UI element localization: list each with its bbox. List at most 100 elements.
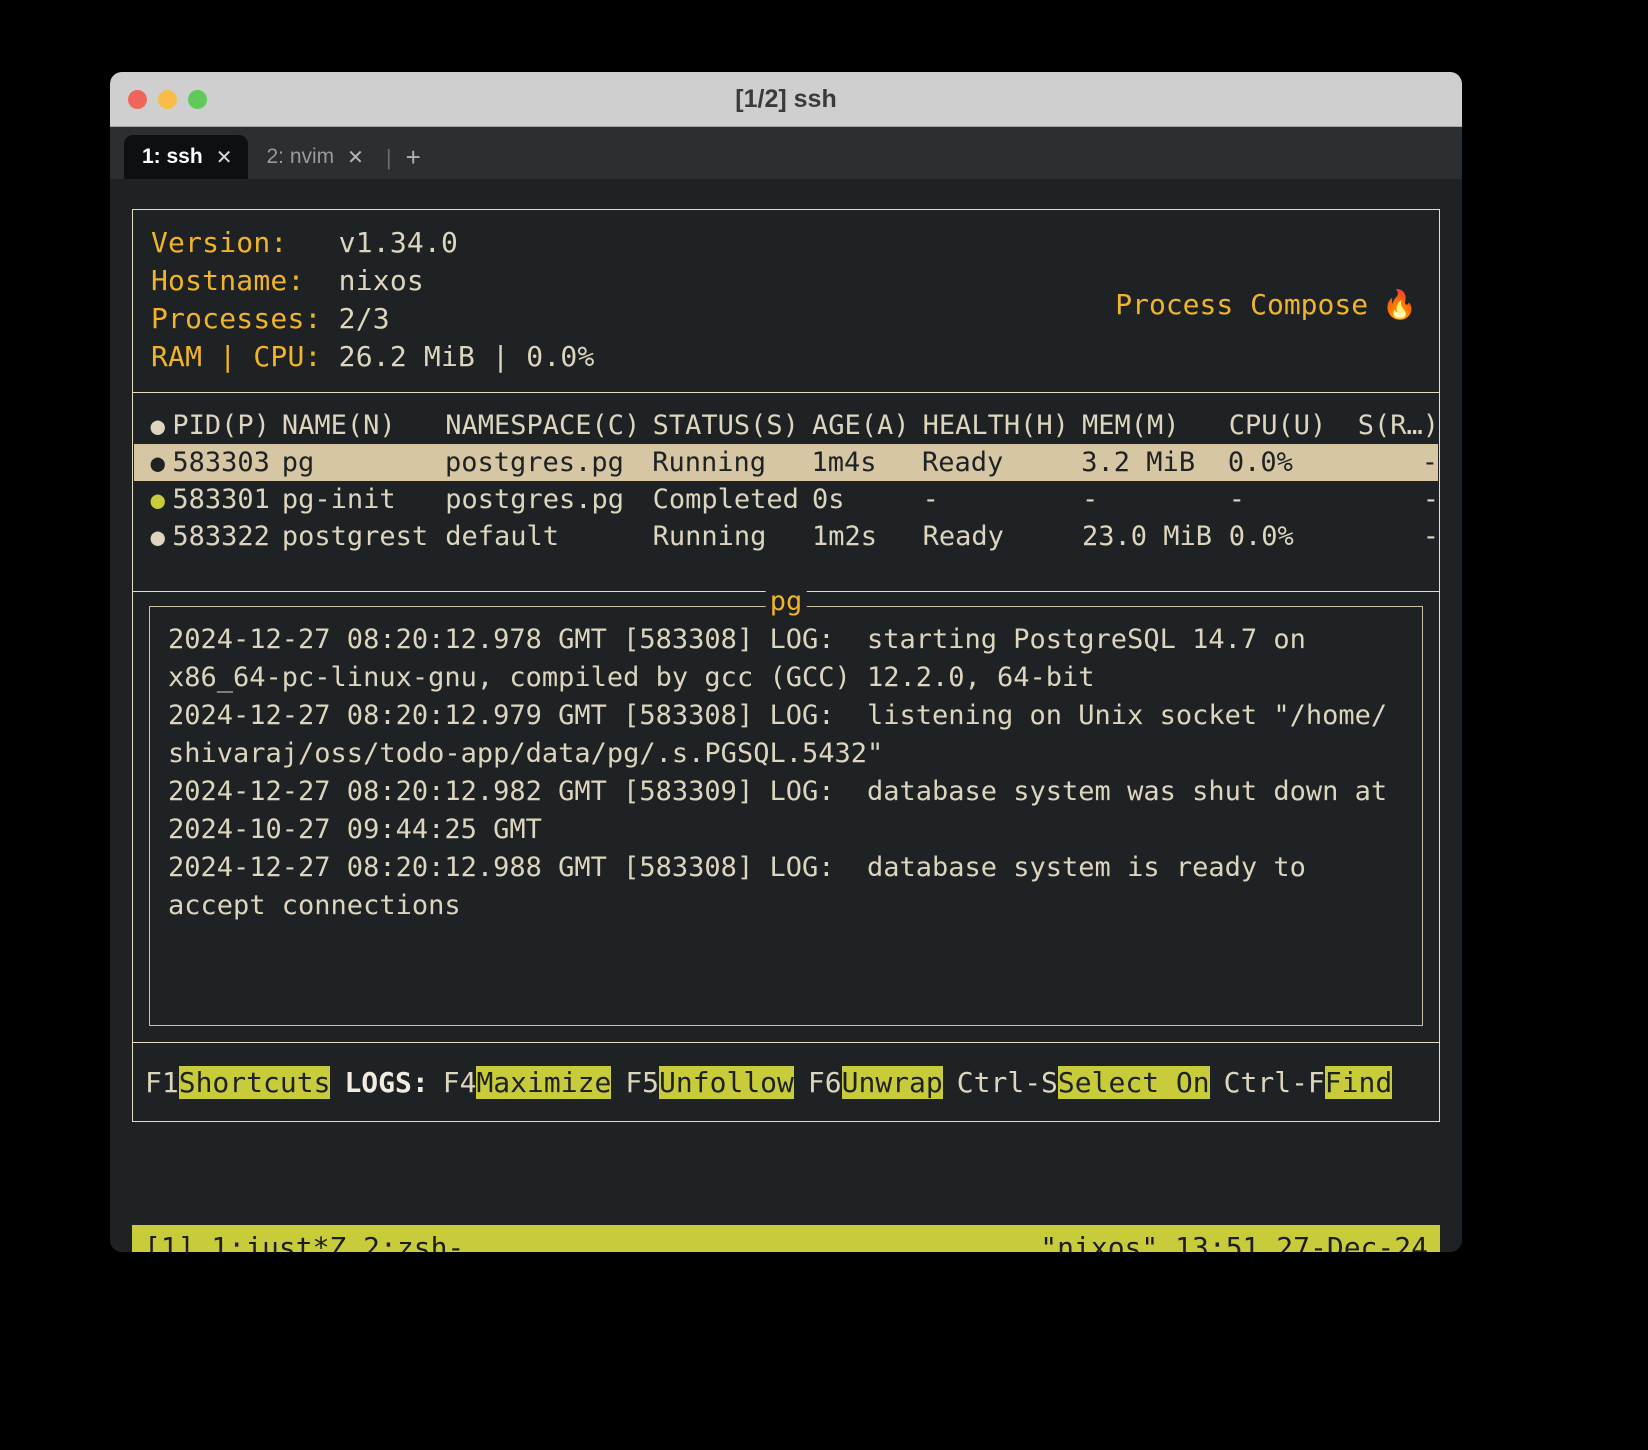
cell-status: Running bbox=[653, 521, 812, 552]
info-label-version: Version: bbox=[151, 226, 339, 259]
log-line: accept connections bbox=[160, 887, 1412, 925]
cell-mem: 23.0 MiB bbox=[1082, 521, 1229, 552]
cell-status: Completed bbox=[653, 484, 812, 515]
app-brand: Process Compose 🔥 bbox=[1014, 255, 1417, 354]
status-bullet-icon: ● bbox=[143, 449, 172, 477]
col-header-health[interactable]: HEALTH(H) bbox=[923, 410, 1082, 441]
log-line: 2024-12-27 08:20:12.979 GMT [583308] LOG… bbox=[160, 697, 1412, 735]
log-line: 2024-10-27 09:44:25 GMT bbox=[160, 811, 1412, 849]
log-line: shivaraj/oss/todo-app/data/pg/.s.PGSQL.5… bbox=[160, 735, 1412, 773]
tab-ssh[interactable]: 1: ssh ✕ bbox=[124, 135, 248, 179]
shortcut-action-unwrap[interactable]: Unwrap bbox=[842, 1066, 943, 1099]
shortcut-action-shortcuts[interactable]: Shortcuts bbox=[179, 1066, 331, 1099]
tab-ssh-close-icon[interactable]: ✕ bbox=[216, 145, 233, 170]
col-header-mem[interactable]: MEM(M) bbox=[1082, 410, 1229, 441]
tab-nvim[interactable]: 2: nvim ✕ bbox=[248, 135, 379, 179]
shortcut-action-unfollow[interactable]: Unfollow bbox=[659, 1066, 794, 1099]
cell-s: - bbox=[1346, 484, 1439, 515]
new-tab-button[interactable]: + bbox=[406, 142, 421, 173]
window-titlebar: [1/2] ssh bbox=[110, 72, 1462, 127]
cell-cpu: 0.0% bbox=[1229, 521, 1346, 552]
flame-icon: 🔥 bbox=[1382, 288, 1417, 321]
traffic-lights bbox=[128, 90, 207, 109]
cell-age: 1m2s bbox=[812, 521, 923, 552]
window-title: [1/2] ssh bbox=[110, 85, 1462, 114]
tab-nvim-close-icon[interactable]: ✕ bbox=[347, 145, 364, 170]
cell-health: - bbox=[923, 484, 1082, 515]
shortcut-bar: F1ShortcutsLOGS:F4MaximizeF5UnfollowF6Un… bbox=[132, 1042, 1440, 1122]
shortcut-action-maximize[interactable]: Maximize bbox=[476, 1066, 611, 1099]
tmux-status-bar: [1] 1:just*Z 2:zsh- "nixos" 13:51 27-Dec… bbox=[132, 1225, 1440, 1252]
table-header-row: ● PID(P) NAME(N) NAMESPACE(C) STATUS(S) … bbox=[133, 407, 1439, 444]
shortcut-key-ctrl-f: Ctrl-F bbox=[1224, 1066, 1325, 1099]
cell-status: Running bbox=[652, 447, 811, 478]
app-brand-label: Process Compose bbox=[1115, 288, 1368, 321]
table-row[interactable]: ● 583322 postgrest default Running 1m2s … bbox=[133, 518, 1439, 555]
terminal-window: [1/2] ssh 1: ssh ✕ 2: nvim ✕ | + Version… bbox=[110, 72, 1462, 1252]
terminal-content: Version: v1.34.0 Hostname: nixos Process… bbox=[110, 209, 1462, 1252]
shortcut-key-ctrl-s: Ctrl-S bbox=[957, 1066, 1058, 1099]
log-line: 2024-12-27 08:20:12.978 GMT [583308] LOG… bbox=[160, 621, 1412, 659]
cell-s: - bbox=[1345, 447, 1438, 478]
tab-ssh-label: 1: ssh bbox=[142, 145, 203, 169]
info-label-hostname: Hostname: bbox=[151, 264, 339, 297]
shortcut-key-f6: F6 bbox=[808, 1066, 842, 1099]
cell-name: postgrest bbox=[282, 521, 445, 552]
col-header-name[interactable]: NAME(N) bbox=[282, 410, 445, 441]
cell-name: pg-init bbox=[282, 484, 445, 515]
cell-health: Ready bbox=[922, 447, 1081, 478]
cell-pid: 583301 bbox=[172, 484, 282, 515]
col-header-status[interactable]: STATUS(S) bbox=[653, 410, 812, 441]
info-label-ram-cpu: RAM | CPU: bbox=[151, 340, 339, 373]
logs-panel: pg 2024-12-27 08:20:12.978 GMT [583308] … bbox=[132, 591, 1440, 1043]
cell-namespace: postgres.pg bbox=[445, 484, 652, 515]
shortcut-key-f4: F4 bbox=[443, 1066, 477, 1099]
tab-nvim-label: 2: nvim bbox=[266, 145, 334, 169]
col-header-age[interactable]: AGE(A) bbox=[812, 410, 923, 441]
shortcut-action-select-on[interactable]: Select On bbox=[1058, 1066, 1210, 1099]
maximize-window-button[interactable] bbox=[188, 90, 207, 109]
table-row[interactable]: ● 583301 pg-init postgres.pg Completed 0… bbox=[133, 481, 1439, 518]
cell-age: 1m4s bbox=[812, 447, 922, 478]
cell-cpu: - bbox=[1229, 484, 1346, 515]
status-bullet-icon: ● bbox=[143, 412, 172, 440]
info-value-version: v1.34.0 bbox=[339, 226, 458, 259]
tab-separator: | bbox=[386, 145, 392, 171]
minimize-window-button[interactable] bbox=[158, 90, 177, 109]
log-line: x86_64-pc-linux-gnu, compiled by gcc (GC… bbox=[160, 659, 1412, 697]
log-line: 2024-12-27 08:20:12.988 GMT [583308] LOG… bbox=[160, 849, 1412, 887]
status-bullet-icon: ● bbox=[143, 523, 172, 551]
info-value-ram-cpu: 26.2 MiB | 0.0% bbox=[339, 340, 595, 373]
shortcut-action-find[interactable]: Find bbox=[1325, 1066, 1392, 1099]
cell-health: Ready bbox=[923, 521, 1082, 552]
tmux-status-right: "nixos" 13:51 27-Dec-24 bbox=[1040, 1231, 1428, 1253]
shortcut-key-f5: F5 bbox=[625, 1066, 659, 1099]
tab-bar: 1: ssh ✕ 2: nvim ✕ | + bbox=[110, 127, 1462, 179]
table-row[interactable]: ● 583303 pg postgres.pg Running 1m4s Rea… bbox=[134, 444, 1438, 481]
info-label-processes: Processes: bbox=[151, 302, 339, 335]
cell-cpu: 0.0% bbox=[1228, 447, 1345, 478]
col-header-pid[interactable]: PID(P) bbox=[172, 410, 282, 441]
log-frame[interactable]: pg 2024-12-27 08:20:12.978 GMT [583308] … bbox=[149, 606, 1423, 1026]
process-table: ● PID(P) NAME(N) NAMESPACE(C) STATUS(S) … bbox=[132, 392, 1440, 592]
cell-pid: 583303 bbox=[172, 447, 281, 478]
cell-namespace: default bbox=[445, 521, 652, 552]
cell-pid: 583322 bbox=[172, 521, 282, 552]
close-window-button[interactable] bbox=[128, 90, 147, 109]
info-value-hostname: nixos bbox=[339, 264, 424, 297]
status-bullet-icon: ● bbox=[143, 486, 172, 514]
col-header-s[interactable]: S(R…) bbox=[1346, 410, 1439, 441]
cell-mem: - bbox=[1082, 484, 1229, 515]
col-header-cpu[interactable]: CPU(U) bbox=[1229, 410, 1346, 441]
tmux-status-left[interactable]: [1] 1:just*Z 2:zsh- bbox=[144, 1231, 464, 1253]
log-line: 2024-12-27 08:20:12.982 GMT [583309] LOG… bbox=[160, 773, 1412, 811]
info-value-processes: 2/3 bbox=[339, 302, 390, 335]
cell-name: pg bbox=[282, 447, 445, 478]
cell-namespace: postgres.pg bbox=[445, 447, 652, 478]
log-panel-title: pg bbox=[766, 588, 807, 615]
cell-mem: 3.2 MiB bbox=[1081, 447, 1228, 478]
cell-age: 0s bbox=[812, 484, 923, 515]
cell-s: - bbox=[1346, 521, 1439, 552]
shortcut-key-f1: F1 bbox=[145, 1066, 179, 1099]
col-header-namespace[interactable]: NAMESPACE(C) bbox=[445, 410, 652, 441]
